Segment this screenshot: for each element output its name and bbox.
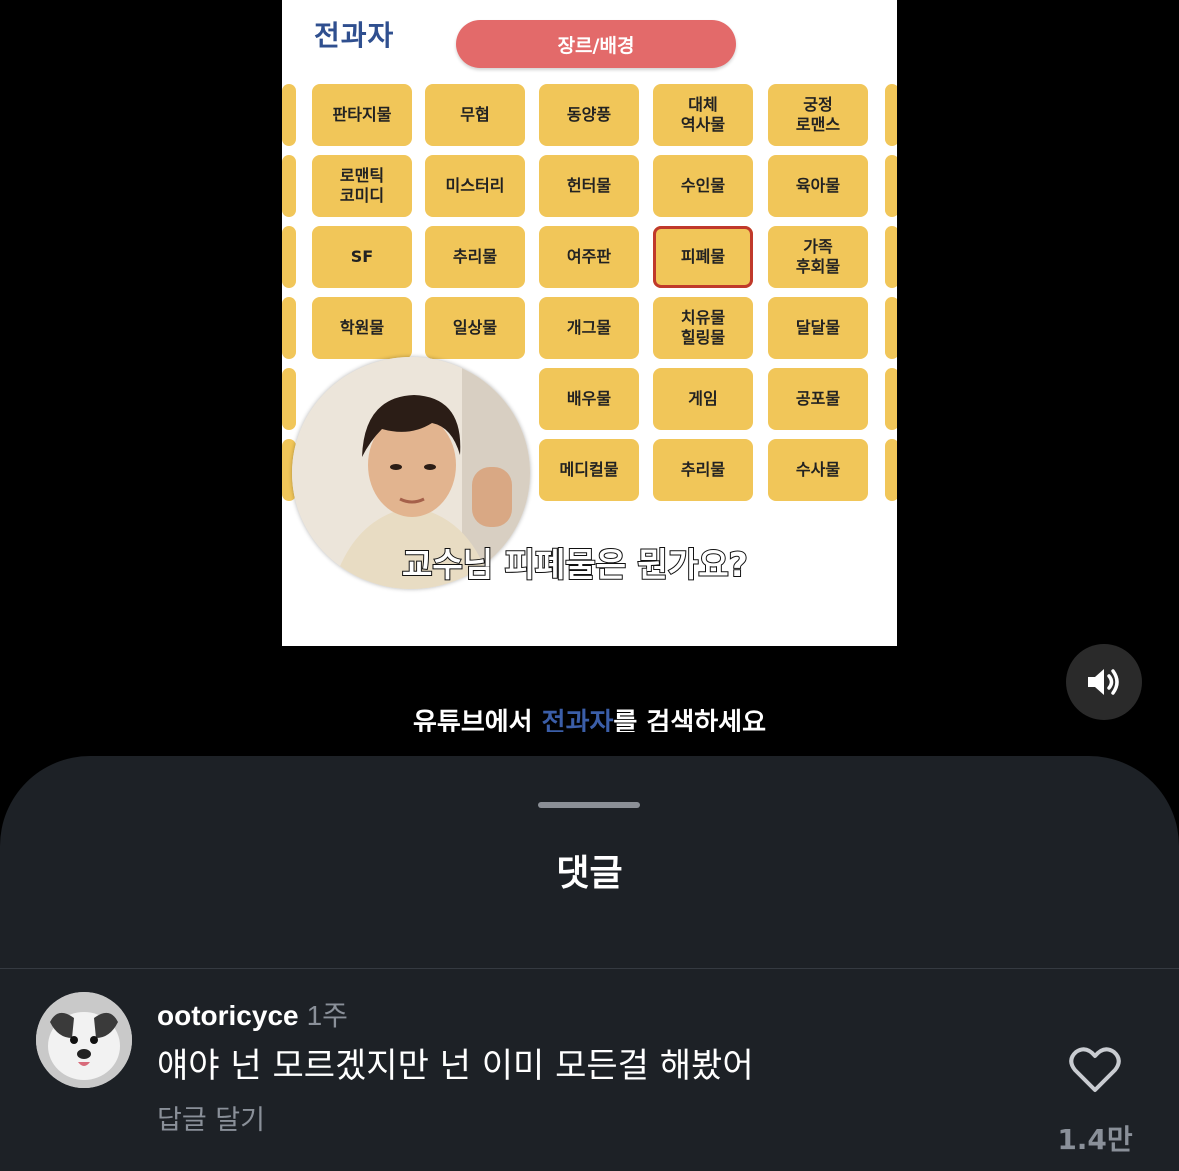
genre-tile: 추리물 — [425, 226, 525, 288]
genre-tile-edge — [885, 84, 897, 146]
genre-tile: 추리물 — [653, 439, 753, 501]
speaker-on-icon — [1088, 669, 1119, 695]
genre-tile: 궁정 로맨스 — [768, 84, 868, 146]
genre-tile: 개그물 — [539, 297, 639, 359]
genre-tile: 가족 후회물 — [768, 226, 868, 288]
genre-tile: 수사물 — [768, 439, 868, 501]
genre-tile: 육아물 — [768, 155, 868, 217]
genre-tile-edge — [885, 439, 897, 501]
genre-tile: 학원물 — [312, 297, 412, 359]
drag-handle[interactable] — [538, 802, 640, 808]
avatar[interactable] — [36, 992, 132, 1088]
genre-tile-edge — [885, 368, 897, 430]
genre-tile-edge — [282, 84, 296, 146]
genre-tile-edge — [282, 155, 296, 217]
genre-tile: 게임 — [653, 368, 753, 430]
comment-username[interactable]: ootoricyce 1주 — [157, 994, 348, 1034]
genre-tile: 여주판 — [539, 226, 639, 288]
genre-tile: 일상물 — [425, 297, 525, 359]
genre-tile: 동양풍 — [539, 84, 639, 146]
genre-tile: 로맨틱 코미디 — [312, 155, 412, 217]
sheet-title: 댓글 — [556, 853, 623, 894]
genre-tile: 공포물 — [768, 368, 868, 430]
genre-tile-edge — [282, 226, 296, 288]
genre-tile: 대체 역사물 — [653, 84, 753, 146]
genre-tile-edge — [885, 155, 897, 217]
like-count: 1.4만 — [1057, 1123, 1133, 1156]
genre-tile-edge — [885, 297, 897, 359]
genre-tile: 메디컬물 — [539, 439, 639, 501]
genre-tile: 미스터리 — [425, 155, 525, 217]
genre-tile: 수인물 — [653, 155, 753, 217]
heart-outline-icon[interactable] — [1068, 1046, 1122, 1094]
genre-header-pill: 장르/배경 — [456, 20, 736, 68]
genre-tile-edge — [282, 297, 296, 359]
genre-tile: 판타지물 — [312, 84, 412, 146]
genre-tile: 헌터물 — [539, 155, 639, 217]
genre-tile: 배우물 — [539, 368, 639, 430]
comment-time: 1주 — [306, 1000, 348, 1031]
genre-tile-edge — [282, 368, 296, 430]
comment-text: 얘야 넌 모르겠지만 넌 이미 모든걸 해봤어 — [157, 1046, 754, 1086]
video-subtitle: 교수님 피폐물은 뭔가요? — [401, 544, 749, 585]
genre-tile: SF — [312, 226, 412, 288]
genre-tile-edge — [885, 226, 897, 288]
channel-logo: 전과자 — [314, 19, 395, 52]
video-player[interactable]: 전과자 장르/배경 판타지물 무협 동양풍 대체 역사물 궁정 로맨스로맨틱 코미디 미스… — [282, 0, 897, 646]
video-caption-text: 유튜브에서 전과자를 검색하세요 — [413, 708, 766, 732]
genre-tile: 달달물 — [768, 297, 868, 359]
divider — [0, 968, 1179, 969]
genre-tile: 피폐물 — [653, 226, 753, 288]
genre-tile: 치유물 힐링물 — [653, 297, 753, 359]
genre-tile: 무협 — [425, 84, 525, 146]
comments-sheet: 댓글 ootoricyce 1주 얘야 넌 모르겠지만 넌 이미 모든걸 해봤어 … — [0, 756, 1179, 1171]
reply-button[interactable]: 답글 달기 — [157, 1098, 265, 1137]
